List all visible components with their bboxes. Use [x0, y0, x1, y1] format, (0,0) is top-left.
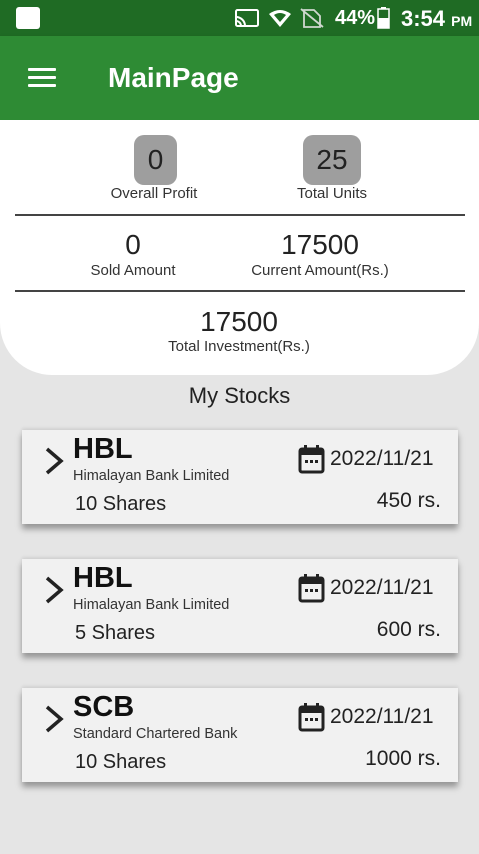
wifi-icon: [269, 10, 291, 27]
stock-name: Himalayan Bank Limited: [73, 597, 230, 613]
stock-date: 2022/11/21: [330, 447, 434, 470]
overall-profit-label: Overall Profit: [110, 185, 198, 202]
calendar-icon: [298, 445, 325, 474]
current-amount-label: Current Amount(Rs.): [251, 262, 389, 279]
stock-date: 2022/11/21: [330, 576, 434, 599]
battery-percentage: 44%: [335, 7, 376, 29]
summary-panel: 0 Overall Profit 25 Total Units 0 Sold A…: [0, 120, 479, 375]
calendar-icon: [298, 574, 325, 603]
calendar-icon: [298, 703, 325, 732]
clock: 3:54 PM: [401, 6, 473, 31]
stock-name: Standard Chartered Bank: [73, 726, 238, 742]
stock-symbol: HBL: [73, 433, 133, 465]
overall-profit-value: 0: [134, 135, 177, 185]
cast-icon: [235, 9, 259, 27]
total-units-label: Total Units: [296, 185, 368, 202]
stock-shares: 5 Shares: [75, 622, 156, 644]
status-bar: 44% 3:54 PM: [0, 0, 479, 36]
stock-card[interactable]: HBL Himalayan Bank Limited 5 Shares 2022…: [22, 559, 458, 653]
hamburger-menu-icon[interactable]: [28, 68, 56, 88]
stock-shares: 10 Shares: [75, 751, 167, 773]
stock-price: 450 rs.: [376, 489, 441, 512]
total-units-value: 25: [303, 135, 361, 185]
page-title: MainPage: [108, 62, 239, 93]
stock-card[interactable]: HBL Himalayan Bank Limited 10 Shares 202…: [22, 430, 458, 524]
stock-name: Himalayan Bank Limited: [73, 468, 230, 484]
my-stocks-title: My Stocks: [188, 383, 291, 408]
chevron-right-icon[interactable]: [42, 704, 68, 734]
stock-price: 600 rs.: [376, 618, 441, 641]
app-bar: MainPage: [0, 36, 479, 120]
sold-amount-label: Sold Amount: [90, 262, 176, 279]
stock-card[interactable]: SCB Standard Chartered Bank 10 Shares 20…: [22, 688, 458, 782]
chevron-right-icon[interactable]: [42, 575, 68, 605]
divider: [15, 214, 465, 216]
no-sim-icon: [300, 8, 324, 28]
stock-date: 2022/11/21: [330, 705, 434, 728]
status-icons: [235, 8, 324, 28]
stock-price: 1000 rs.: [365, 747, 441, 770]
total-investment-label: Total Investment(Rs.): [168, 338, 310, 355]
stock-symbol: SCB: [73, 691, 135, 723]
stock-symbol: HBL: [73, 562, 133, 594]
stock-shares: 10 Shares: [75, 493, 167, 515]
current-amount-value: 17500: [281, 229, 359, 260]
chevron-right-icon[interactable]: [42, 446, 68, 476]
divider: [15, 290, 465, 292]
sold-amount-value: 0: [125, 229, 141, 260]
battery-icon: [377, 7, 390, 29]
notification-icon: [16, 7, 40, 29]
total-investment-value: 17500: [200, 306, 278, 337]
